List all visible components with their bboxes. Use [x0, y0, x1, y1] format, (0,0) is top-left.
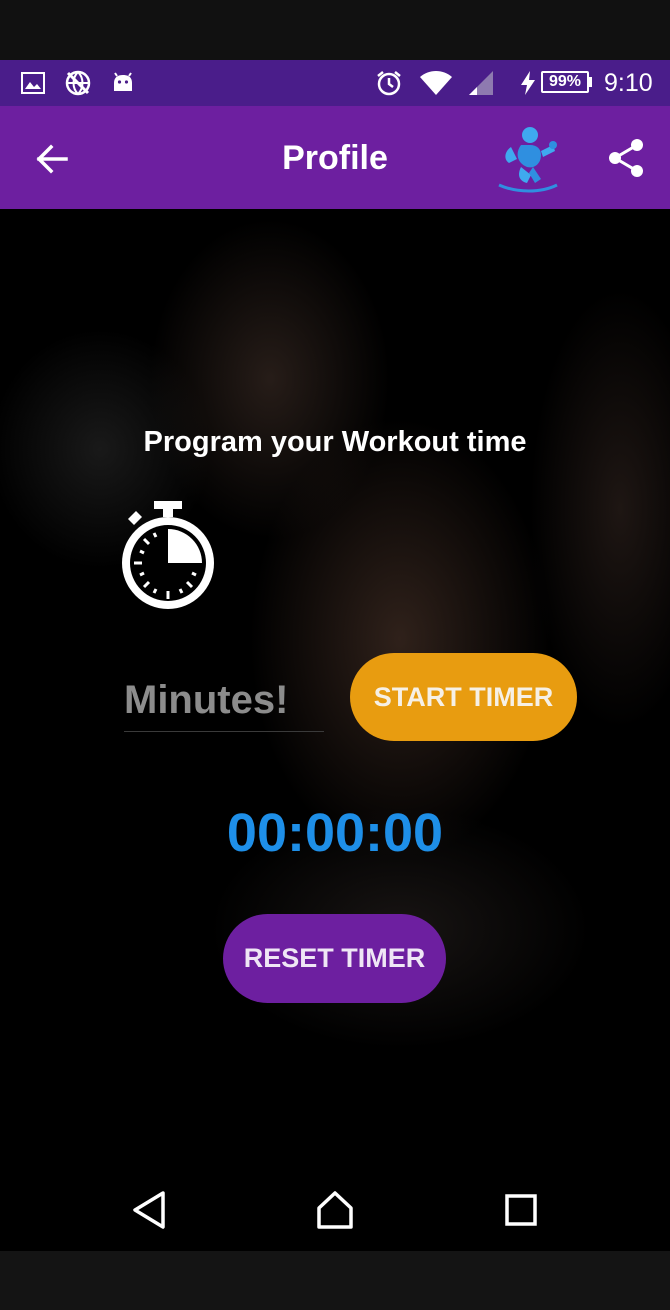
phone-screen: 99% 9:10 Profile Program your Workout ti…: [0, 0, 670, 1310]
android-icon: [110, 68, 136, 98]
reset-timer-button[interactable]: RESET TIMER: [223, 914, 446, 1003]
workout-timer-screen: Program your Workout time Minutes! START…: [0, 209, 670, 1169]
top-bezel: [0, 0, 670, 60]
bottom-bezel: [0, 1251, 670, 1310]
navigation-bar: [0, 1169, 670, 1251]
charging-icon: [518, 68, 538, 98]
battery-level: 99%: [541, 71, 589, 93]
fitness-logo-icon[interactable]: [496, 122, 560, 194]
status-bar: 99% 9:10: [0, 60, 670, 106]
share-icon[interactable]: [604, 136, 648, 180]
signal-icon: [466, 68, 496, 98]
stopwatch-icon: [118, 499, 218, 614]
page-title: Profile: [282, 139, 388, 177]
start-timer-button[interactable]: START TIMER: [350, 653, 577, 741]
headline: Program your Workout time: [143, 426, 527, 458]
battery-tip: [589, 77, 592, 87]
no-web-icon: [64, 68, 92, 98]
nav-back-icon[interactable]: [124, 1187, 174, 1233]
wifi-icon: [418, 68, 454, 98]
app-bar: Profile: [0, 106, 670, 209]
status-clock: 9:10: [604, 69, 653, 97]
gallery-icon: [20, 68, 46, 98]
nav-home-icon[interactable]: [310, 1187, 360, 1233]
timer-display: 00:00:00: [226, 803, 444, 863]
nav-recents-icon[interactable]: [496, 1187, 546, 1233]
minutes-input[interactable]: Minutes!: [124, 675, 324, 732]
alarm-icon: [374, 68, 404, 98]
